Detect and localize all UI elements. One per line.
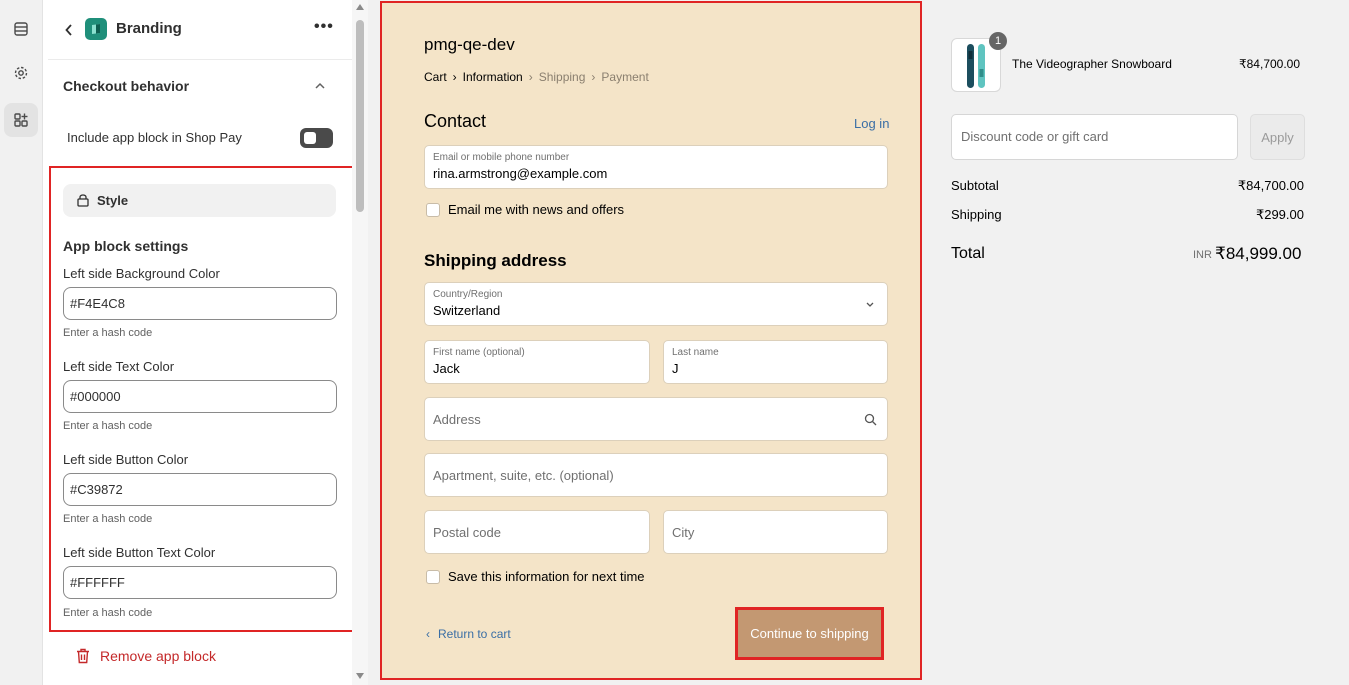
panel-header: Branding ••• <box>48 0 352 60</box>
editor-panel: Branding ••• Checkout behavior Include a… <box>48 0 352 685</box>
address-field[interactable]: Address <box>424 397 888 441</box>
last-name-value: J <box>672 361 679 376</box>
scroll-down-arrow[interactable] <box>356 673 364 679</box>
chevron-right-icon: › <box>528 70 533 84</box>
branding-app-logo <box>85 18 107 40</box>
breadcrumb-payment: Payment <box>601 70 649 84</box>
last-name-field[interactable]: Last name J <box>663 340 888 384</box>
style-tab-label: Style <box>97 193 129 208</box>
logo-icon <box>92 24 100 34</box>
total-currency: INR <box>1193 249 1212 261</box>
text-color-label: Left side Text Color <box>63 359 175 374</box>
shipping-label: Shipping <box>951 207 1002 222</box>
sections-nav-button[interactable] <box>4 12 38 46</box>
app-icon-rail <box>0 0 43 685</box>
bg-color-input[interactable] <box>63 287 337 320</box>
city-placeholder: City <box>672 525 695 540</box>
panel-title: Branding <box>116 20 182 37</box>
apply-discount-button[interactable]: Apply <box>1250 114 1305 160</box>
first-name-field[interactable]: First name (optional) Jack <box>424 340 650 384</box>
country-select-label: Country/Region <box>433 289 503 300</box>
save-info-checkbox[interactable] <box>426 570 440 584</box>
chevron-down-icon <box>866 302 874 307</box>
checkout-main-column: pmg-qe-dev Cart › Information › Shipping… <box>382 2 920 679</box>
chevron-right-icon: › <box>591 70 596 84</box>
more-actions-button[interactable]: ••• <box>314 18 334 36</box>
button-text-color-label: Left side Button Text Color <box>63 545 216 560</box>
scroll-up-arrow[interactable] <box>356 4 364 10</box>
continue-to-shipping-button[interactable]: Continue to shipping <box>735 607 884 660</box>
breadcrumb: Cart › Information › Shipping › Payment <box>424 70 649 84</box>
breadcrumb-shipping: Shipping <box>538 70 586 84</box>
shipping-value: ₹299.00 <box>1255 207 1304 222</box>
gear-icon <box>14 66 28 80</box>
scroll-thumb[interactable] <box>356 20 364 212</box>
news-checkbox-label: Email me with news and offers <box>448 202 625 217</box>
button-color-label: Left side Button Color <box>63 452 189 467</box>
chevron-left-icon: ‹ <box>426 627 430 641</box>
product-name: The Videographer Snowboard <box>1012 57 1172 71</box>
checkout-behavior-heading: Checkout behavior <box>63 78 190 94</box>
shop-pay-toggle-label: Include app block in Shop Pay <box>67 130 242 145</box>
country-select[interactable]: Country/Region Switzerland <box>424 282 888 326</box>
button-color-help: Enter a hash code <box>63 513 153 525</box>
country-select-value: Switzerland <box>433 303 501 318</box>
shipping-address-heading: Shipping address <box>424 251 567 270</box>
city-field[interactable]: City <box>663 510 888 554</box>
button-text-color-input[interactable] <box>63 566 337 599</box>
trash-icon <box>77 648 89 664</box>
subtotal-value: ₹84,700.00 <box>1237 178 1304 193</box>
quantity-badge: 1 <box>989 32 1007 50</box>
address-placeholder: Address <box>433 412 481 427</box>
email-field[interactable]: Email or mobile phone number rina.armstr… <box>424 145 888 189</box>
apartment-field[interactable]: Apartment, suite, etc. (optional) <box>424 453 888 497</box>
log-in-link[interactable]: Log in <box>854 116 889 131</box>
sections-icon <box>14 22 28 36</box>
apps-nav-button[interactable] <box>4 103 38 137</box>
button-color-input[interactable] <box>63 473 337 506</box>
discount-code-input[interactable]: Discount code or gift card <box>951 114 1238 160</box>
apps-icon <box>14 113 28 127</box>
bg-color-help: Enter a hash code <box>63 327 153 339</box>
text-color-help: Enter a hash code <box>63 420 153 432</box>
return-to-cart-label: Return to cart <box>438 627 511 641</box>
button-text-color-help: Enter a hash code <box>63 607 153 619</box>
first-name-label: First name (optional) <box>433 347 525 358</box>
style-tab[interactable]: Style <box>63 184 336 217</box>
remove-app-block-label: Remove app block <box>100 648 216 664</box>
panel-scrollbar[interactable] <box>352 0 368 685</box>
paint-bucket-icon <box>77 194 89 207</box>
remove-app-block-button[interactable]: Remove app block <box>76 648 216 664</box>
contact-heading: Contact <box>424 111 487 131</box>
settings-nav-button[interactable] <box>4 56 38 90</box>
shop-pay-toggle[interactable] <box>300 128 333 148</box>
text-color-input[interactable] <box>63 380 337 413</box>
return-to-cart-link[interactable]: ‹ Return to cart <box>426 627 511 641</box>
chevron-up-icon[interactable] <box>312 78 328 94</box>
subtotal-label: Subtotal <box>951 178 999 193</box>
postal-code-field[interactable]: Postal code <box>424 510 650 554</box>
email-field-label: Email or mobile phone number <box>433 152 570 163</box>
save-info-label: Save this information for next time <box>448 569 645 584</box>
app-block-settings-heading: App block settings <box>63 238 189 254</box>
chevron-right-icon: › <box>452 70 457 84</box>
back-button[interactable] <box>62 20 76 40</box>
postal-code-placeholder: Postal code <box>433 525 501 540</box>
breadcrumb-information: Information <box>462 70 523 84</box>
email-field-value: rina.armstrong@example.com <box>433 166 608 181</box>
last-name-label: Last name <box>672 347 719 358</box>
breadcrumb-cart[interactable]: Cart <box>424 70 447 84</box>
toggle-knob <box>304 132 316 144</box>
total-value: ₹84,999.00 <box>1215 244 1302 263</box>
apartment-placeholder: Apartment, suite, etc. (optional) <box>433 468 614 483</box>
product-price: ₹84,700.00 <box>1239 57 1301 71</box>
chevron-left-icon <box>65 24 72 36</box>
first-name-value: Jack <box>433 361 460 376</box>
total-label: Total <box>951 245 985 262</box>
bg-color-label: Left side Background Color <box>63 266 220 281</box>
shop-name: pmg-qe-dev <box>424 35 515 54</box>
news-checkbox[interactable] <box>426 203 440 217</box>
search-icon <box>864 413 877 426</box>
